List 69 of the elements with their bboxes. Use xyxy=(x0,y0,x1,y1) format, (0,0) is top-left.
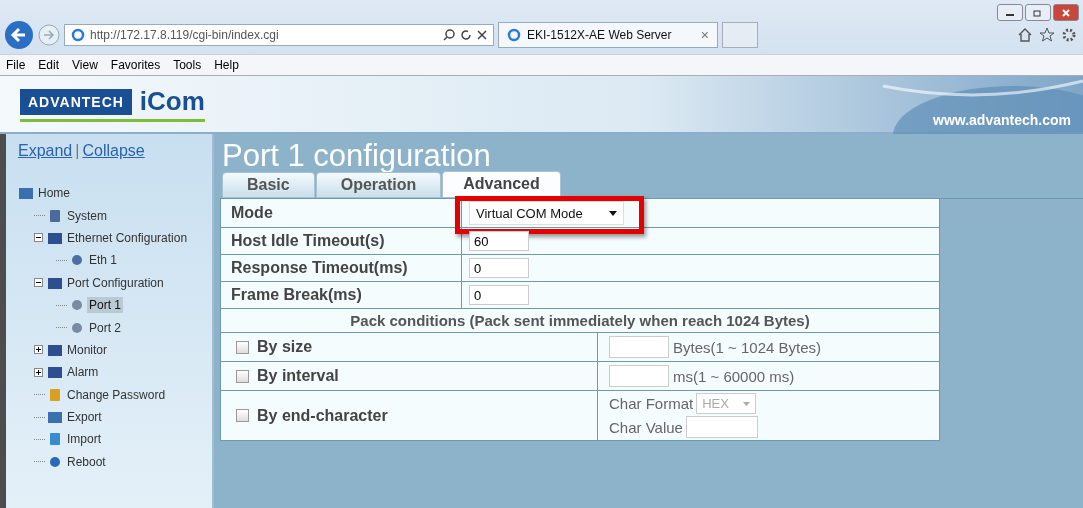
menu-item[interactable]: File xyxy=(6,58,26,72)
tree-item[interactable]: Export xyxy=(65,409,104,426)
collapse-icon[interactable] xyxy=(34,233,43,243)
menu-item[interactable]: View xyxy=(72,58,98,72)
input-field[interactable]: 0 xyxy=(469,258,529,278)
setting-label: Frame Break(ms) xyxy=(231,286,362,304)
menu-item[interactable]: Edit xyxy=(38,58,60,72)
expand-link[interactable]: Expand xyxy=(18,142,73,159)
menu-item[interactable]: Help xyxy=(214,58,239,72)
input-field[interactable] xyxy=(609,336,669,358)
expand-icon[interactable] xyxy=(34,345,43,355)
tree-item[interactable]: Change Password xyxy=(65,386,168,403)
caret-icon xyxy=(742,401,750,406)
close-icon[interactable] xyxy=(1053,4,1079,21)
unit-label: Bytes(1 ~ 1024 Bytes) xyxy=(673,338,821,356)
tree-item[interactable]: Port 2 xyxy=(87,319,123,336)
tab-title: EKI-1512X-AE Web Server xyxy=(527,28,673,42)
tree-item[interactable]: System xyxy=(65,207,109,224)
collapse-icon[interactable] xyxy=(34,278,43,288)
browser-tab[interactable]: EKI-1512X-AE Web Server × xyxy=(498,22,718,48)
checkbox[interactable] xyxy=(236,369,249,383)
tab[interactable]: Basic xyxy=(222,172,315,198)
product-logo: iCom xyxy=(139,86,205,117)
address-bar[interactable]: http://172.17.8.119/cgi-bin/index.cgi xyxy=(64,24,494,46)
field-label: Char Format xyxy=(609,395,694,412)
stop-icon[interactable] xyxy=(477,30,487,40)
minimize-icon[interactable] xyxy=(997,4,1023,21)
input-field[interactable] xyxy=(609,365,669,387)
input-field[interactable] xyxy=(685,416,758,438)
setting-label: Response Timeout(ms) xyxy=(231,259,408,277)
condition-label: By interval xyxy=(257,367,339,385)
tree-item[interactable]: Ethernet Configuration xyxy=(65,229,190,246)
star-icon[interactable] xyxy=(1039,27,1055,43)
menu-item[interactable]: Tools xyxy=(173,58,202,72)
folder-icon xyxy=(47,275,63,290)
page-title: Port 1 configuration xyxy=(221,137,492,172)
tab[interactable]: Advanced xyxy=(442,171,561,198)
tree-item[interactable]: Port Configuration xyxy=(65,274,166,291)
input-field[interactable]: 60 xyxy=(469,231,529,251)
folder-icon xyxy=(47,365,63,380)
condition-label: By size xyxy=(257,338,313,356)
tree-item[interactable]: Import xyxy=(65,431,103,448)
tree-item[interactable]: Home xyxy=(36,185,72,202)
search-icon[interactable] xyxy=(443,29,455,41)
expand-icon[interactable] xyxy=(34,367,43,377)
folder-icon xyxy=(47,230,63,245)
input-field[interactable]: 0 xyxy=(469,285,529,305)
tab[interactable]: Operation xyxy=(315,172,442,198)
folder-icon xyxy=(47,342,63,357)
setting-label: Host Idle Timeout(s) xyxy=(231,232,385,250)
setting-label: Mode xyxy=(231,204,273,222)
tree-item[interactable]: Alarm xyxy=(65,364,101,381)
tree-item[interactable]: Monitor xyxy=(65,341,109,358)
section-heading: Pack conditions (Pack sent immediately when reach 1024 Bytes) xyxy=(350,312,810,329)
caret-icon xyxy=(608,210,617,216)
collapse-link[interactable]: Collapse xyxy=(82,142,145,159)
checkbox[interactable] xyxy=(236,340,249,354)
mode-dropdown[interactable]: Virtual COM Mode xyxy=(469,201,624,225)
field-label: Char Value xyxy=(609,418,683,436)
tree-item[interactable]: Port 1 xyxy=(87,297,123,314)
link-separator: | xyxy=(75,142,80,159)
tree-item[interactable]: Eth 1 xyxy=(87,252,120,269)
tree-item[interactable]: Reboot xyxy=(65,453,108,470)
condition-label: By end-character xyxy=(257,406,388,425)
menu-item[interactable]: Favorites xyxy=(110,58,161,72)
checkbox[interactable] xyxy=(236,409,249,422)
tab-close-button[interactable]: × xyxy=(700,27,709,43)
brand-logo: ADVANTECH xyxy=(20,88,132,115)
unit-label: ms(1 ~ 60000 ms) xyxy=(673,367,795,385)
